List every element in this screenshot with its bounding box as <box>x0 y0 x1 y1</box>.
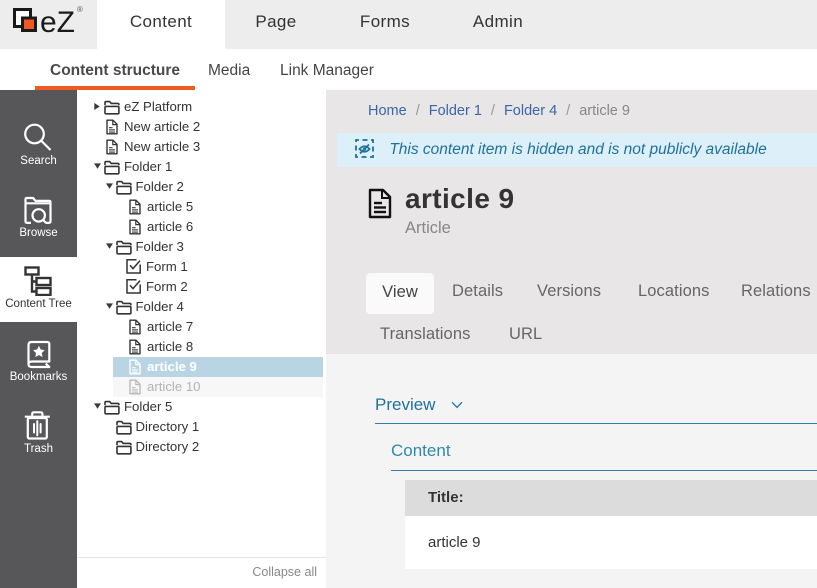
svg-text:eZ: eZ <box>40 6 75 39</box>
svg-text:®: ® <box>77 5 83 14</box>
